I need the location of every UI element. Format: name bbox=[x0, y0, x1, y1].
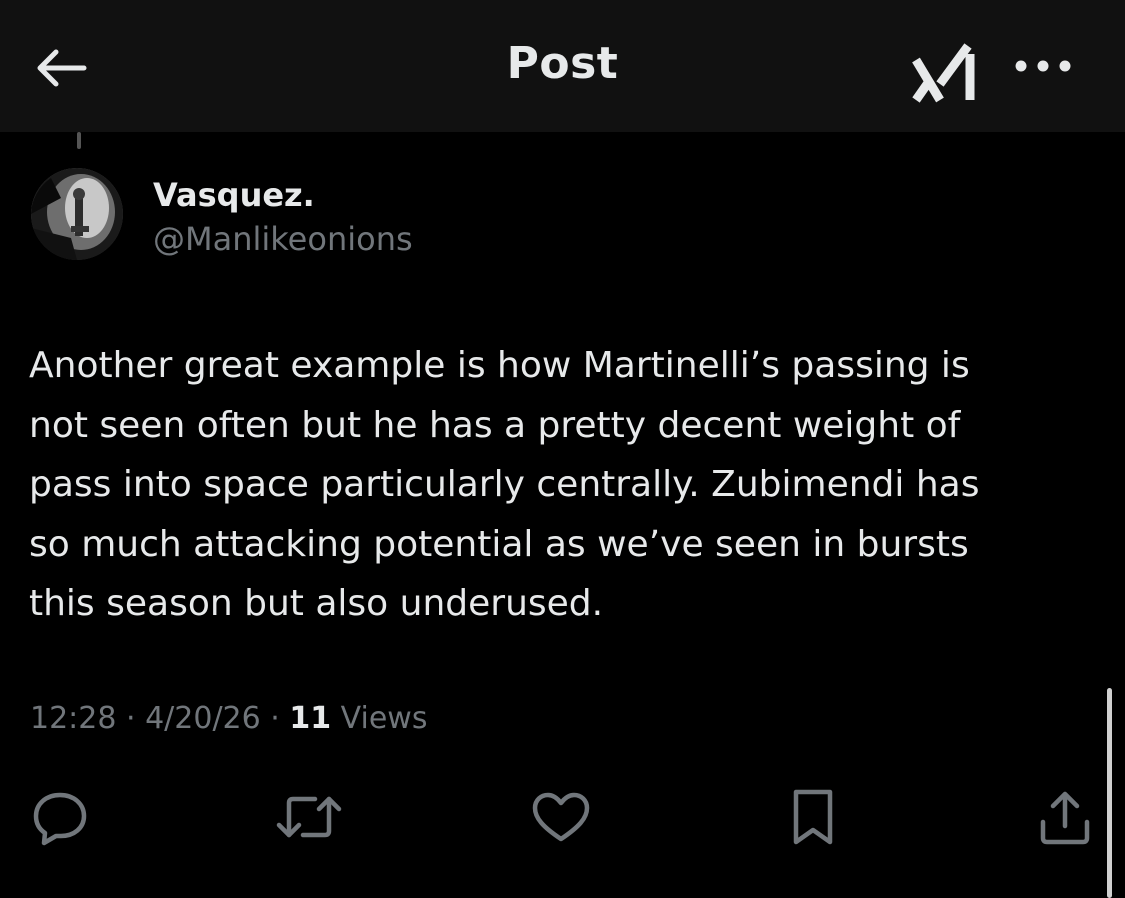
like-button[interactable] bbox=[526, 782, 596, 852]
bookmark-icon bbox=[793, 789, 833, 845]
repost-icon bbox=[276, 796, 342, 838]
grok-button[interactable] bbox=[908, 40, 980, 104]
meta-separator: · bbox=[116, 701, 146, 736]
thread-connector bbox=[77, 132, 81, 149]
bookmark-button[interactable] bbox=[778, 782, 848, 852]
reply-icon bbox=[33, 792, 87, 846]
reply-button[interactable] bbox=[25, 782, 95, 852]
avatar[interactable] bbox=[31, 168, 123, 260]
grok-icon bbox=[912, 43, 975, 103]
repost-button[interactable] bbox=[274, 782, 344, 852]
post-time: 12:28 bbox=[30, 701, 117, 736]
more-horizontal-icon bbox=[1015, 60, 1071, 72]
author-handle[interactable]: @Manlikeonions bbox=[153, 220, 413, 258]
post-date: 4/20/26 bbox=[145, 701, 261, 736]
heart-icon bbox=[532, 792, 590, 842]
post-metadata: 12:28 · 4/20/26 · 11 Views bbox=[30, 701, 427, 736]
more-options-button[interactable] bbox=[1008, 44, 1078, 88]
scrollbar[interactable] bbox=[1107, 688, 1112, 898]
post-body-text: Another great example is how Martinelli’… bbox=[29, 345, 980, 624]
post-detail-page: Post Vasquez. @Manlikeonions Another gre… bbox=[0, 0, 1125, 898]
share-button[interactable] bbox=[1030, 782, 1100, 852]
share-icon bbox=[1040, 791, 1090, 845]
avatar-image bbox=[31, 168, 123, 260]
views-label[interactable]: Views bbox=[331, 701, 428, 736]
top-bar: Post bbox=[0, 0, 1125, 132]
views-count[interactable]: 11 bbox=[289, 701, 331, 736]
meta-separator: · bbox=[260, 701, 290, 736]
author-display-name[interactable]: Vasquez. bbox=[153, 176, 315, 214]
